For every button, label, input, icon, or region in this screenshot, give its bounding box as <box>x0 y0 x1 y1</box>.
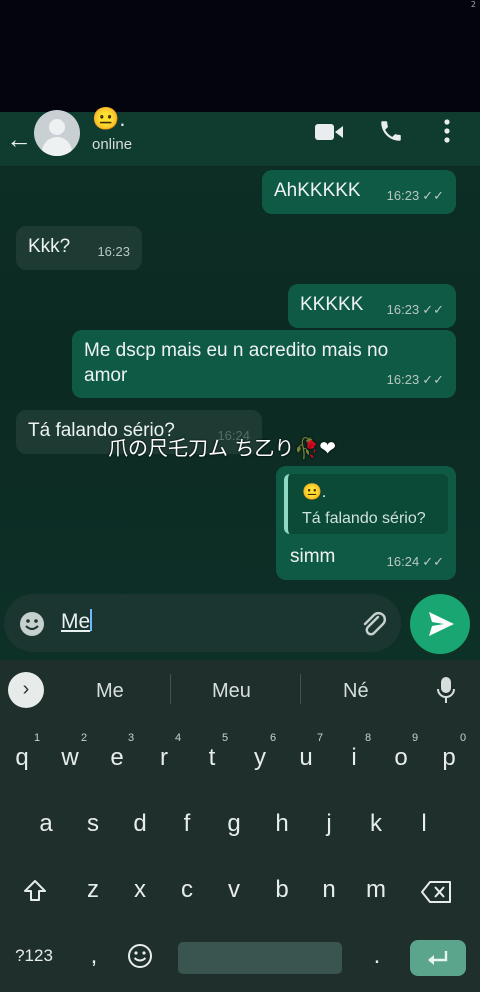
key-y[interactable]: y <box>240 744 280 772</box>
key-hint: 6 <box>270 732 277 744</box>
key-hint: 3 <box>128 732 135 744</box>
read-ticks-icon: ✓✓ <box>422 554 444 569</box>
key-m[interactable]: m <box>356 876 396 904</box>
key-g[interactable]: g <box>214 810 254 838</box>
text-caret <box>90 609 93 631</box>
divider <box>170 674 171 704</box>
backspace-icon[interactable] <box>420 880 452 904</box>
key-comma[interactable]: , <box>74 942 114 970</box>
avatar-head <box>49 119 65 135</box>
message-bubble-outgoing[interactable]: KKKKK 16:23 ✓✓ <box>288 284 456 328</box>
expand-toolbar-icon[interactable]: › <box>8 672 44 708</box>
suggestion-3[interactable]: Né <box>343 680 369 703</box>
key-hint: 7 <box>317 732 324 744</box>
avatar-body <box>42 137 72 156</box>
key-i[interactable]: i <box>334 744 374 772</box>
key-x[interactable]: x <box>120 876 160 904</box>
key-b[interactable]: b <box>262 876 302 904</box>
attach-paperclip-icon[interactable] <box>358 609 388 639</box>
key-j[interactable]: j <box>309 810 349 838</box>
key-hint: 9 <box>412 732 419 744</box>
message-text: Me dscp mais eu n acredito mais no amor <box>84 340 389 386</box>
emoji-keyboard-icon[interactable] <box>126 942 154 970</box>
message-bubble-outgoing[interactable]: Me dscp mais eu n acredito mais no amor … <box>72 330 456 398</box>
key-hint: 1 <box>34 732 41 744</box>
key-h[interactable]: h <box>262 810 302 838</box>
more-options-icon[interactable] <box>442 118 452 144</box>
enter-key[interactable] <box>410 940 466 976</box>
divider <box>300 674 301 704</box>
suggestion-2[interactable]: Meu <box>212 680 251 703</box>
emoji-icon[interactable] <box>18 610 46 638</box>
key-hint: 4 <box>175 732 182 744</box>
key-a[interactable]: a <box>26 810 66 838</box>
keyboard: › Me Meu Né q 1 w 2 e 3 r 4 t 5 y 6 u 7 … <box>0 660 480 992</box>
corner-tag: 2 <box>470 0 476 9</box>
key-l[interactable]: l <box>404 810 444 838</box>
message-time: 16:23 ✓✓ <box>386 188 444 203</box>
send-icon <box>429 612 454 636</box>
quoted-author: 😐. <box>302 484 327 501</box>
message-input[interactable]: Me <box>61 609 93 634</box>
key-hint: 2 <box>81 732 88 744</box>
send-button[interactable] <box>410 594 470 654</box>
key-r[interactable]: r <box>144 744 184 772</box>
read-ticks-icon: ✓✓ <box>422 372 444 387</box>
key-w[interactable]: w <box>50 744 90 772</box>
key-u[interactable]: u <box>286 744 326 772</box>
key-c[interactable]: c <box>167 876 207 904</box>
key-hint: 0 <box>460 732 467 744</box>
shift-icon[interactable] <box>22 878 48 904</box>
video-call-icon[interactable] <box>314 122 344 142</box>
overlay-caption: 爪の尺乇刀ム ち乙り🥀❤ <box>108 436 337 460</box>
quoted-text: Tá falando sério? <box>302 510 426 527</box>
key-p[interactable]: p <box>429 744 469 772</box>
avatar[interactable] <box>34 110 80 156</box>
key-n[interactable]: n <box>309 876 349 904</box>
phone-call-icon[interactable] <box>378 118 404 144</box>
enter-icon <box>428 951 448 965</box>
back-arrow-icon[interactable]: ← <box>6 126 32 152</box>
contact-status: online <box>92 136 133 153</box>
suggestion-row: › Me Meu Né <box>0 660 480 718</box>
message-bubble-outgoing[interactable]: AhKKKKK 16:23 ✓✓ <box>262 170 456 214</box>
symbols-key[interactable]: ?123 <box>8 946 60 966</box>
suggestion-1[interactable]: Me <box>96 680 124 703</box>
key-e[interactable]: e <box>97 744 137 772</box>
message-time: 16:24 ✓✓ <box>386 554 444 569</box>
key-t[interactable]: t <box>192 744 232 772</box>
message-bubble-incoming[interactable]: Kkk? 16:23 <box>16 226 142 270</box>
message-time: 16:23 ✓✓ <box>386 372 444 387</box>
top-black-area <box>0 0 480 112</box>
read-ticks-icon: ✓✓ <box>422 188 444 203</box>
message-text: simm <box>290 546 336 567</box>
read-ticks-icon: ✓✓ <box>422 302 444 317</box>
microphone-icon[interactable] <box>436 676 456 704</box>
key-s[interactable]: s <box>73 810 113 838</box>
quoted-message[interactable]: 😐. Tá falando sério? <box>284 474 448 534</box>
message-input-bar[interactable]: Me <box>4 594 401 652</box>
key-o[interactable]: o <box>381 744 421 772</box>
key-hint: 5 <box>222 732 229 744</box>
key-f[interactable]: f <box>167 810 207 838</box>
key-z[interactable]: z <box>73 876 113 904</box>
key-period[interactable]: . <box>357 942 397 970</box>
message-bubble-outgoing[interactable]: 😐. Tá falando sério? simm 16:24 ✓✓ <box>276 466 456 580</box>
space-bar[interactable] <box>178 942 342 974</box>
message-time: 16:23 <box>97 244 130 259</box>
key-hint: 8 <box>365 732 372 744</box>
message-time: 16:23 ✓✓ <box>386 302 444 317</box>
key-d[interactable]: d <box>120 810 160 838</box>
key-q[interactable]: q <box>2 744 42 772</box>
key-k[interactable]: k <box>356 810 396 838</box>
key-v[interactable]: v <box>214 876 254 904</box>
contact-name[interactable]: 😐. <box>92 106 126 132</box>
